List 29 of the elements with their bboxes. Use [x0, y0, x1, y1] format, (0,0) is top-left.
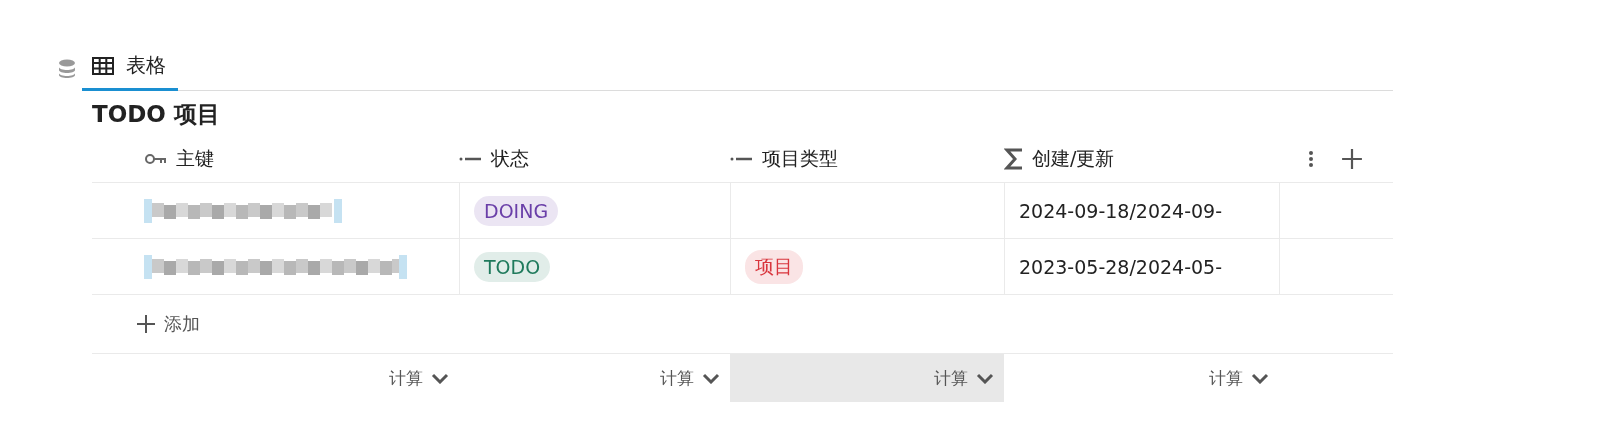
plus-icon: [1341, 148, 1363, 170]
more-icon[interactable]: [1309, 151, 1313, 167]
status-tag: TODO: [474, 251, 551, 282]
select-icon: [730, 156, 754, 162]
table-icon: [92, 56, 114, 75]
column-header[interactable]: 创建/更新: [1032, 146, 1115, 172]
plus-icon: [136, 314, 156, 334]
calculate-button[interactable]: 计算: [660, 366, 720, 390]
status-tag: DOING: [474, 195, 559, 226]
chevron-down-icon: [1251, 372, 1269, 384]
column-header[interactable]: 主键: [176, 146, 214, 172]
chevron-down-icon: [976, 372, 994, 384]
table-title: TODO 项目: [92, 100, 221, 129]
calculate-button[interactable]: 计算: [1209, 366, 1269, 390]
table-tab[interactable]: 表格: [82, 48, 178, 91]
column-header[interactable]: 状态: [491, 146, 529, 172]
status-tag: 项目: [745, 249, 803, 284]
database-icon: [58, 59, 76, 79]
table-cell: 2023-05-28/2024-05-: [1019, 255, 1223, 278]
chevron-down-icon: [702, 372, 720, 384]
chevron-down-icon: [431, 372, 449, 384]
table-cell: 2024-09-18/2024-09-: [1019, 199, 1223, 222]
key-icon: [144, 153, 168, 165]
column-header[interactable]: 项目类型: [762, 146, 838, 172]
sigma-icon: [1004, 147, 1024, 171]
calculate-button[interactable]: 计算: [389, 366, 449, 390]
select-icon: [459, 156, 483, 162]
add-row-button[interactable]: 添加: [136, 312, 200, 336]
calculate-button[interactable]: 计算: [934, 366, 994, 390]
